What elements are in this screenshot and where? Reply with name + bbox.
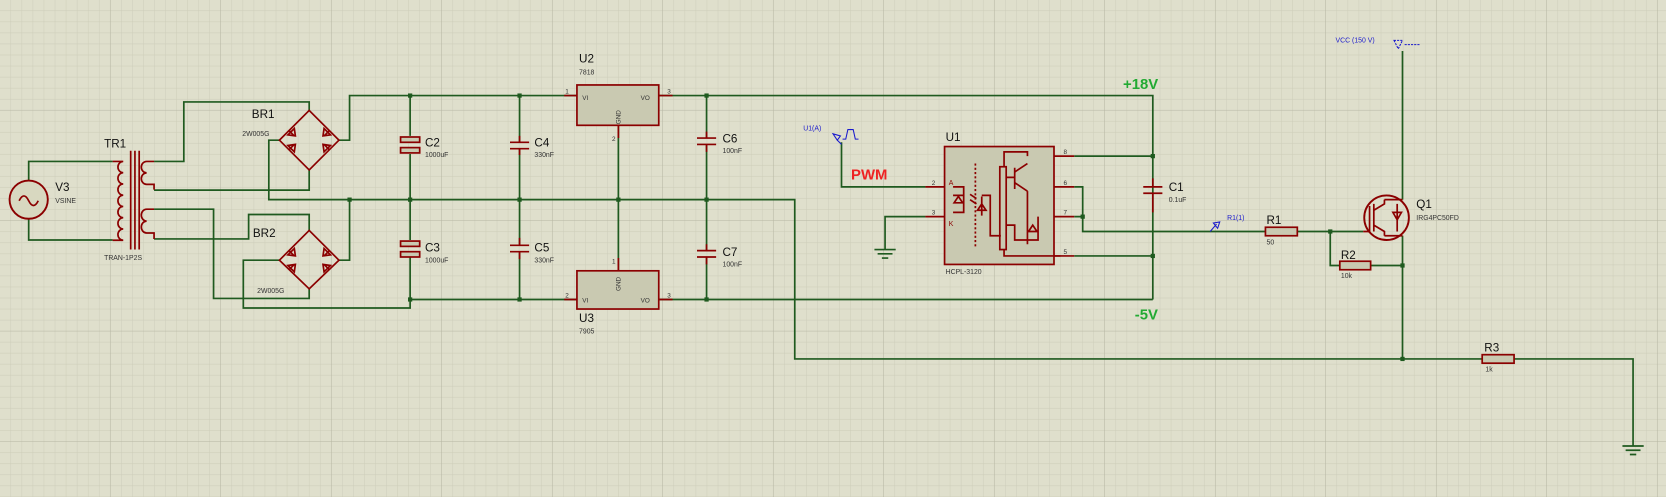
rail-label-minus5: -5V xyxy=(1135,308,1158,324)
grid xyxy=(0,0,1666,497)
c4-ref: C4 xyxy=(534,137,549,150)
u1-pin7: 7 xyxy=(1064,210,1068,217)
u1-pin5: 5 xyxy=(1064,249,1068,256)
probe-r1-label: R1(1) xyxy=(1227,215,1244,222)
u3-ref: U3 xyxy=(579,312,594,325)
c3-ref: C3 xyxy=(425,242,440,255)
v3-ref: V3 xyxy=(55,181,69,194)
resistor-icon xyxy=(1338,260,1372,271)
r3-ref: R3 xyxy=(1484,342,1499,355)
schematic-canvas[interactable]: V3 VSINE TR1 TRAN-1P2S BR1 2W005G BR2 2W… xyxy=(0,0,1666,497)
tr1-value: TRAN-1P2S xyxy=(104,255,142,262)
tr1-ref: TR1 xyxy=(104,138,126,151)
c5-value: 330nF xyxy=(534,257,554,264)
u1-pin3: 3 xyxy=(932,210,936,217)
c1-value: 0.1uF xyxy=(1169,197,1187,204)
u2-vo: VO xyxy=(641,95,650,102)
u2-value: 7818 xyxy=(579,69,595,76)
u3-pin-gnd: 1 xyxy=(612,258,616,265)
c6-value: 100nF xyxy=(723,148,743,155)
optocoupler-u1[interactable]: U1 HCPL-3120 2 3 A K 8 6 7 5 xyxy=(925,131,1075,276)
u2-vi: VI xyxy=(582,95,588,102)
c2-value: 1000uF xyxy=(425,152,448,159)
vcc-label: VCC (150 V) xyxy=(1336,37,1375,44)
probe-u1a-label: U1(A) xyxy=(803,126,821,133)
u3-gnd: GND xyxy=(615,276,622,291)
br2-value: 2W005G xyxy=(257,288,284,295)
q1-value: IRG4PC50FD xyxy=(1416,215,1459,222)
v3-value: VSINE xyxy=(55,198,76,205)
u3-value: 7905 xyxy=(579,328,595,335)
u1-cathode: K xyxy=(949,221,954,228)
c2-ref: C2 xyxy=(425,137,440,150)
c5-ref: C5 xyxy=(534,242,549,255)
u2-gnd: GND xyxy=(615,110,622,125)
u3-vo: VO xyxy=(641,298,650,305)
u1-pin8: 8 xyxy=(1064,149,1068,156)
u2-pin-in: 1 xyxy=(565,88,569,95)
r1-value: 50 xyxy=(1266,239,1274,246)
polarized-capacitor-icon xyxy=(399,136,421,144)
u3-vi: VI xyxy=(582,298,588,305)
u1-ref: U1 xyxy=(946,131,961,144)
u1-value: HCPL-3120 xyxy=(946,269,982,276)
u1-pin6: 6 xyxy=(1064,180,1068,187)
r2-value: 10k xyxy=(1341,273,1353,280)
u1-anode: A xyxy=(949,180,954,187)
q1-ref: Q1 xyxy=(1416,198,1432,211)
polarized-capacitor-icon xyxy=(399,240,421,248)
u2-pin-out: 3 xyxy=(667,88,671,95)
u2-pin-gnd: 2 xyxy=(612,136,616,143)
u2-ref: U2 xyxy=(579,53,594,66)
pwm-label: PWM xyxy=(851,167,887,183)
c1-ref: C1 xyxy=(1169,181,1184,194)
br1-ref: BR1 xyxy=(252,108,275,121)
r1-ref: R1 xyxy=(1266,214,1281,227)
br2-ref: BR2 xyxy=(253,227,276,240)
resistor-icon xyxy=(1264,226,1299,237)
c3-value: 1000uF xyxy=(425,257,448,264)
c4-value: 330nF xyxy=(534,152,554,159)
c7-ref: C7 xyxy=(723,246,738,259)
c6-ref: C6 xyxy=(723,132,738,145)
br1-value: 2W005G xyxy=(242,131,269,138)
u1-pin2: 2 xyxy=(932,180,936,187)
r3-value: 1k xyxy=(1485,367,1493,374)
rail-label-plus18: +18V xyxy=(1123,77,1158,93)
c7-value: 100nF xyxy=(723,262,743,269)
resistor-icon xyxy=(1481,353,1515,365)
u3-pin-out: 3 xyxy=(667,292,671,299)
r2-ref: R2 xyxy=(1341,249,1356,262)
u3-pin-in: 2 xyxy=(565,292,569,299)
